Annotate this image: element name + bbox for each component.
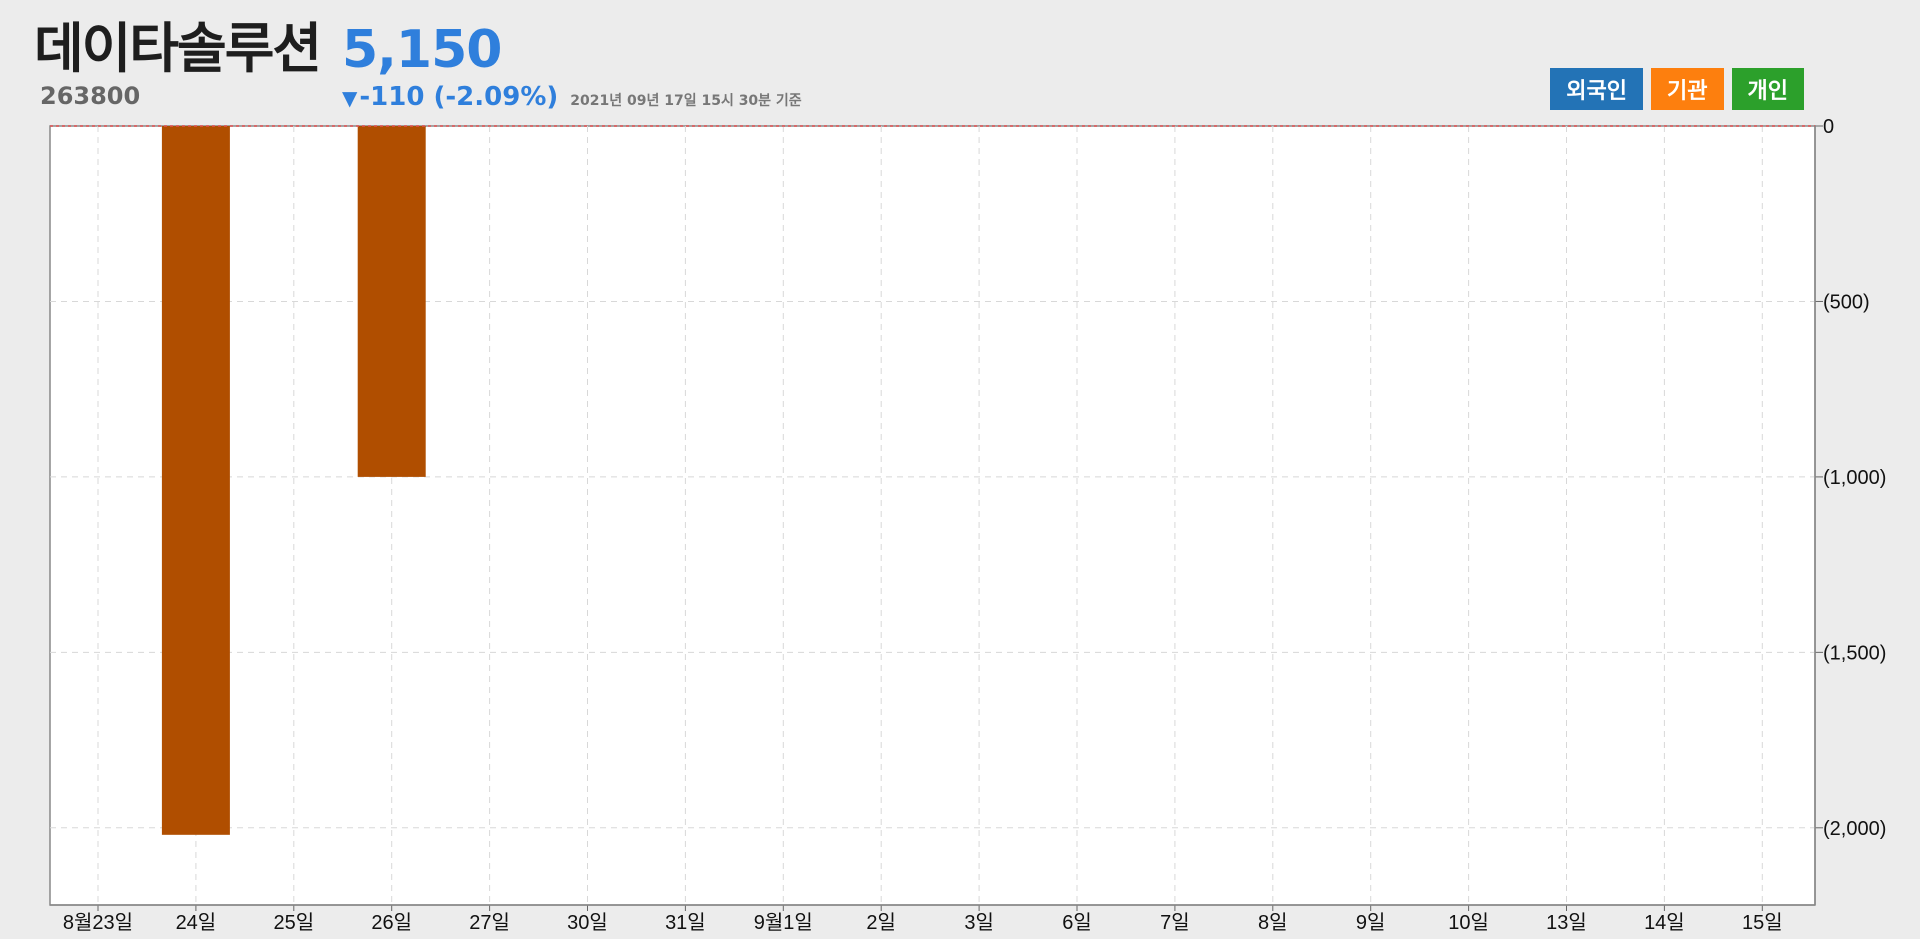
x-tick-label: 9월1일 xyxy=(754,911,813,934)
y-tick-label: (2,000) xyxy=(1823,818,1886,840)
plot-area xyxy=(49,125,1816,906)
x-tick-label: 27일 xyxy=(469,911,510,934)
x-tick-label: 6일 xyxy=(1062,911,1092,934)
y-tick-label: (1,000) xyxy=(1823,467,1886,489)
x-tick-label: 3일 xyxy=(964,911,994,934)
x-tick-label: 15일 xyxy=(1742,911,1783,934)
bar-chart: 8월23일 24일 25일 26일 27일 30일 31일 9월1일 2일 3일 6일 7일 8일 9일 1… xyxy=(49,116,1886,934)
y-tick-label: (1,500) xyxy=(1823,642,1886,664)
bar-3 xyxy=(357,126,426,477)
x-tick-label: 9일 xyxy=(1356,911,1386,934)
x-tick-label: 26일 xyxy=(371,911,412,934)
x-tick-label: 24일 xyxy=(176,911,217,934)
x-tick-label: 31일 xyxy=(665,911,706,934)
x-tick-label: 25일 xyxy=(273,911,314,934)
x-tick-label: 7일 xyxy=(1160,911,1190,934)
x-tick-label: 30일 xyxy=(567,911,608,934)
y-tick-label: 0 xyxy=(1823,116,1834,138)
x-tick-label: 8월23일 xyxy=(63,911,133,934)
x-tick-label: 8일 xyxy=(1258,911,1288,934)
bar-1 xyxy=(161,126,230,835)
x-tick-label: 10일 xyxy=(1448,911,1489,934)
x-tick-label: 13일 xyxy=(1546,911,1587,934)
x-tick-label: 14일 xyxy=(1644,911,1685,934)
y-tick-label: (500) xyxy=(1823,291,1870,313)
x-tick-label: 2일 xyxy=(866,911,896,934)
